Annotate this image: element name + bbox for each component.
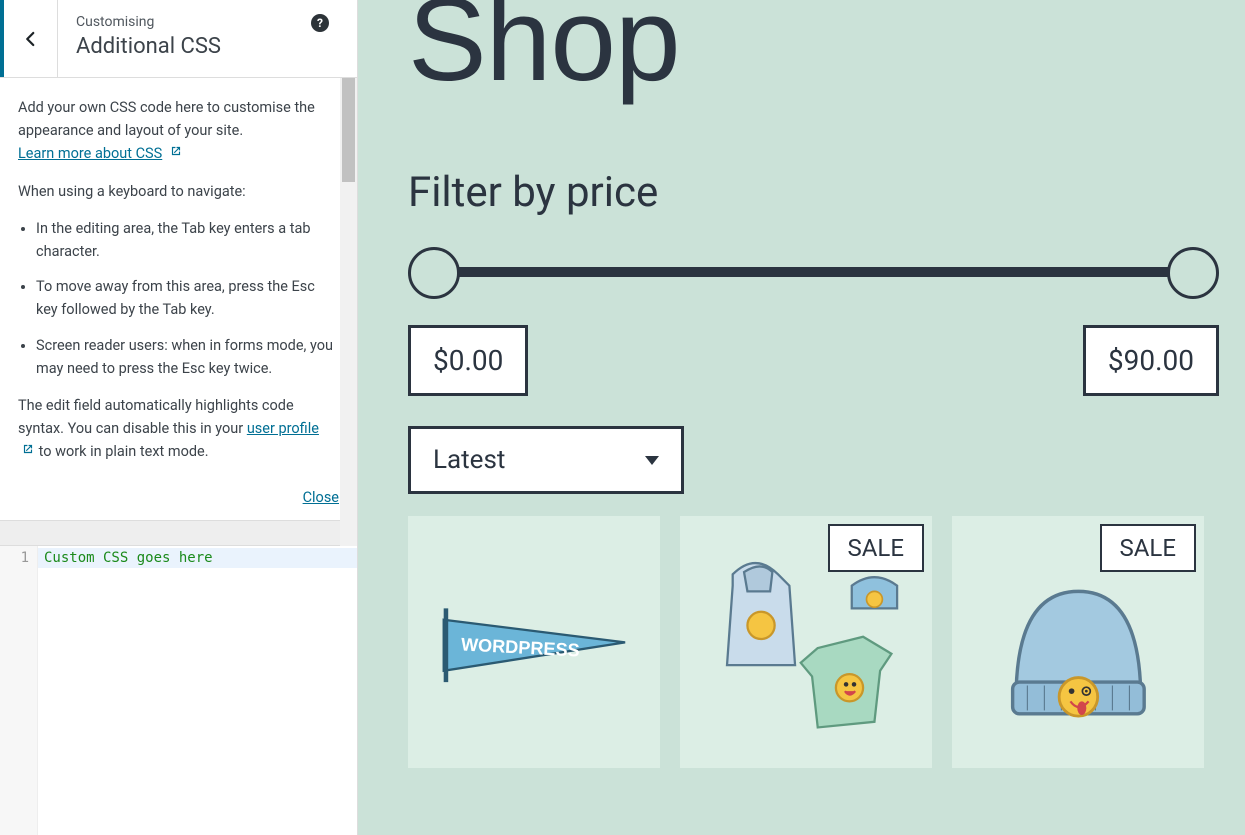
sort-dropdown[interactable]: Latest (408, 426, 684, 494)
panel-supertitle: Customising (76, 14, 339, 30)
help-icon: ? (311, 14, 329, 32)
slider-handle-max[interactable] (1167, 247, 1219, 299)
code-content: Custom CSS goes here (44, 550, 213, 566)
css-code-editor[interactable]: 1 Custom CSS goes here (0, 546, 357, 835)
syntax-note-b: to work in plain text mode. (35, 443, 209, 460)
product-card-collection[interactable]: SALE (680, 516, 932, 768)
pennant-illustration: WORDPRESS (421, 529, 648, 756)
price-labels: $0.00 $90.00 (408, 325, 1219, 396)
sale-badge: SALE (1100, 524, 1196, 572)
keyboard-tips-list: In the editing area, the Tab key enters … (18, 217, 339, 380)
keyboard-intro: When using a keyboard to navigate: (18, 180, 339, 203)
slider-track (434, 267, 1193, 277)
user-profile-link[interactable]: user profile (247, 420, 319, 437)
price-min-box: $0.00 (408, 325, 528, 396)
chevron-left-icon (22, 30, 40, 48)
intro-text: Add your own CSS code here to customise … (18, 99, 315, 139)
product-card-beanie[interactable]: SALE (952, 516, 1204, 768)
line-gutter: 1 (0, 546, 38, 835)
sale-badge: SALE (828, 524, 924, 572)
learn-css-link[interactable]: Learn more about CSS (18, 145, 162, 162)
external-link-icon (21, 440, 35, 463)
help-button[interactable]: ? (311, 14, 329, 32)
editor-toolbar-gap (0, 520, 357, 546)
page-title: Shop (408, 0, 1219, 108)
panel-body: Add your own CSS code here to customise … (0, 78, 357, 487)
close-help-link[interactable]: Close (303, 489, 339, 506)
price-slider[interactable] (408, 243, 1219, 303)
tip-item: In the editing area, the Tab key enters … (36, 217, 339, 263)
site-preview[interactable]: Shop Filter by price $0.00 $90.00 Latest… (358, 0, 1245, 835)
sort-selected-label: Latest (433, 445, 505, 475)
product-grid: WORDPRESS SALE SALE (408, 516, 1219, 768)
tip-item: To move away from this area, press the E… (36, 275, 339, 321)
product-card-pennant[interactable]: WORDPRESS (408, 516, 660, 768)
panel-titles: Customising Additional CSS (58, 0, 357, 77)
slider-handle-min[interactable] (408, 247, 460, 299)
customizer-sidebar: Customising Additional CSS ? Add your ow… (0, 0, 358, 835)
filter-heading: Filter by price (408, 168, 1219, 217)
back-button[interactable] (0, 0, 58, 77)
tip-item: Screen reader users: when in forms mode,… (36, 334, 339, 380)
external-link-icon (169, 142, 183, 165)
line-number: 1 (0, 550, 29, 566)
panel-title: Additional CSS (76, 34, 339, 59)
panel-header: Customising Additional CSS ? (0, 0, 357, 78)
chevron-down-icon (645, 456, 659, 465)
price-max-box: $90.00 (1083, 325, 1219, 396)
